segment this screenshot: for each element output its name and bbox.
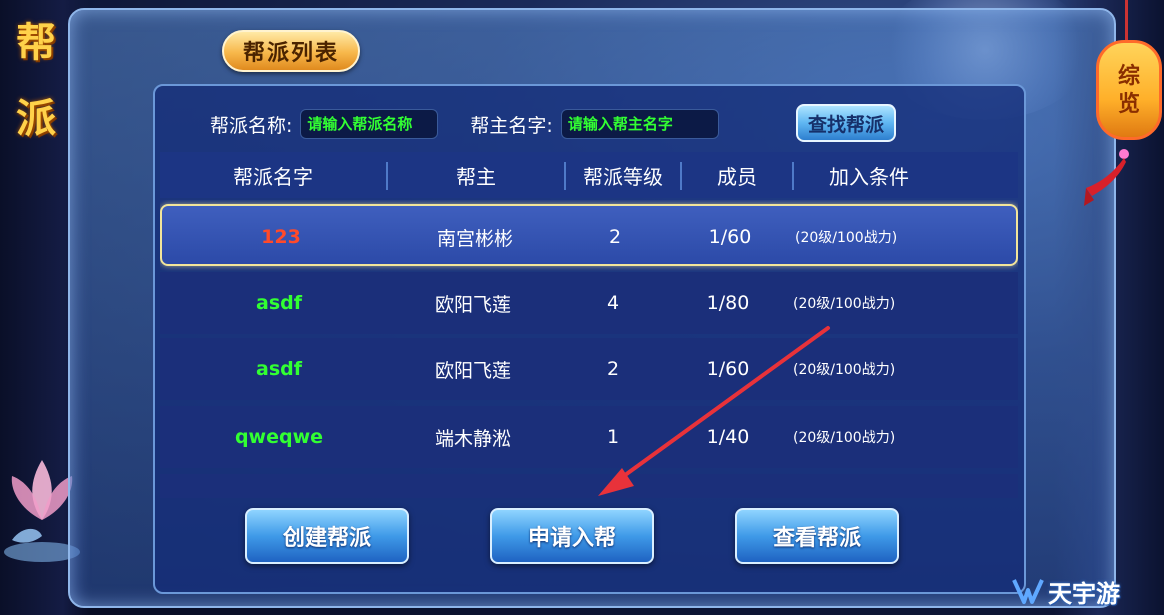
join-condition-cell: (20级/100战力)	[793, 362, 896, 378]
members-cell	[678, 474, 778, 498]
lantern-char: 综	[1117, 63, 1140, 89]
leader-cell: 端木静淞	[434, 427, 511, 450]
leader-name-label: 帮主名字:	[470, 114, 553, 137]
leader-cell: 南宫彬彬	[436, 227, 513, 250]
level-cell: 2	[606, 358, 620, 380]
column-header-join-condition: 加入条件	[829, 164, 909, 189]
guild-name-input[interactable]	[300, 109, 439, 139]
guild-name-cell	[160, 474, 398, 498]
guild-name-label: 帮派名称:	[210, 114, 293, 137]
leader-cell: 欧阳飞莲	[434, 359, 511, 382]
column-header-level: 帮派等级	[583, 164, 663, 189]
side-title-char: 派	[16, 95, 56, 142]
guild-table-body[interactable]: 123 南宫彬彬 2 1/60 (20级/100战力) asdf 欧阳飞莲 4 …	[160, 200, 1018, 498]
column-header-leader: 帮主	[456, 164, 496, 189]
join-condition-cell: (20级/100战力)	[793, 296, 896, 312]
level-cell: 1	[606, 426, 620, 448]
table-row[interactable]: 123 南宫彬彬 2 1/60 (20级/100战力)	[160, 204, 1018, 266]
lantern-cord	[1125, 0, 1128, 42]
members-cell: 1/80	[706, 292, 750, 314]
leader-cell: 欧阳飞莲	[434, 293, 511, 316]
watermark: 天宇游	[1012, 568, 1162, 614]
join-condition-cell: (20级/100战力)	[793, 430, 896, 446]
side-title: 帮 派	[10, 10, 62, 144]
guild-name-cell: asdf	[256, 292, 302, 314]
level-cell	[548, 474, 678, 498]
join-condition-cell: (20级/100战力)	[795, 230, 898, 246]
table-header: 帮派名字 帮主 帮派等级 成员 加入条件	[160, 152, 1018, 198]
table-row[interactable]: qweqwe 端木静淞 1 1/40 (20级/100战力)	[160, 406, 1018, 468]
apply-join-guild-button[interactable]: 申请入帮	[490, 508, 654, 564]
guild-name-cell: asdf	[256, 358, 302, 380]
lantern-char: 览	[1117, 91, 1140, 117]
side-title-char: 帮	[16, 19, 56, 66]
search-bar: 帮派名称: 帮主名字:	[210, 108, 719, 140]
guild-name-cell: 123	[261, 226, 301, 248]
members-cell: 1/60	[708, 226, 752, 248]
watermark-text: 天宇游	[1048, 579, 1120, 608]
overview-lantern-button[interactable]: 综 览	[1096, 40, 1162, 140]
members-cell: 1/60	[706, 358, 750, 380]
tassel-icon	[1084, 149, 1129, 206]
table-row[interactable]	[160, 474, 1018, 498]
tab-guild-list[interactable]: 帮派列表	[222, 30, 360, 72]
column-header-members: 成员	[717, 164, 757, 189]
level-cell: 4	[606, 292, 620, 314]
guild-name-cell: qweqwe	[234, 426, 324, 448]
table-row[interactable]: asdf 欧阳飞莲 4 1/80 (20级/100战力)	[160, 272, 1018, 334]
leader-name-input[interactable]	[560, 109, 719, 139]
view-guild-button[interactable]: 查看帮派	[735, 508, 899, 564]
members-cell: 1/40	[706, 426, 750, 448]
table-row[interactable]: asdf 欧阳飞莲 2 1/60 (20级/100战力)	[160, 338, 1018, 400]
find-guild-button[interactable]: 查找帮派	[796, 104, 896, 142]
level-cell: 2	[608, 226, 622, 248]
leader-cell	[398, 474, 548, 498]
create-guild-button[interactable]: 创建帮派	[245, 508, 409, 564]
column-header-guild-name: 帮派名字	[233, 164, 313, 189]
join-condition-cell	[793, 474, 1013, 498]
watermark-logo-icon	[1012, 579, 1044, 604]
